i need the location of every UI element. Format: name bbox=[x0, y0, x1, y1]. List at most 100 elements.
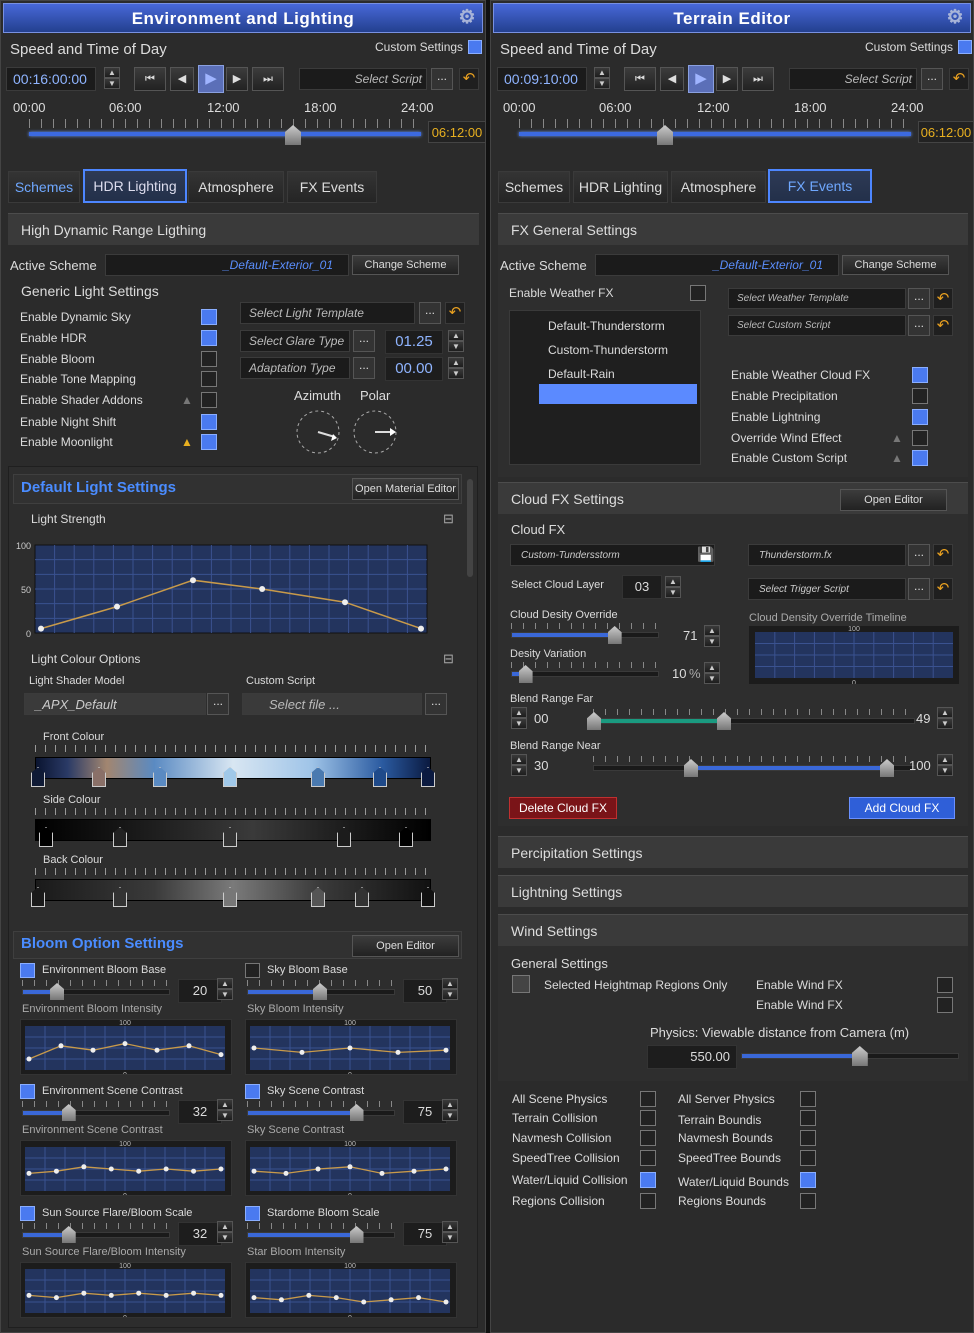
select-script-browse-button[interactable]: ... bbox=[921, 68, 943, 90]
physics-right-checkbox[interactable] bbox=[800, 1193, 816, 1209]
variation-slider-track[interactable] bbox=[511, 671, 659, 677]
tab-atmosphere[interactable]: Atmosphere bbox=[188, 171, 284, 203]
undo-icon[interactable]: ↶ bbox=[933, 288, 953, 309]
chart-point[interactable] bbox=[333, 1295, 339, 1301]
chevron-down-icon[interactable]: ▼ bbox=[442, 989, 458, 1000]
chart-point[interactable] bbox=[416, 1295, 422, 1301]
chart-point[interactable] bbox=[278, 1297, 284, 1303]
physics-left-checkbox[interactable] bbox=[640, 1150, 656, 1166]
tab-hdr-lighting[interactable]: HDR Lighting bbox=[83, 169, 187, 203]
chevron-up-icon[interactable]: ▲ bbox=[594, 67, 610, 78]
bloom-chart[interactable]: 100 0 bbox=[20, 1262, 232, 1318]
light-template-field[interactable]: Select Light Template bbox=[240, 302, 415, 324]
blend-near-high-spinner[interactable]: ▲ ▼ bbox=[937, 754, 953, 776]
chevron-down-icon[interactable]: ▼ bbox=[104, 78, 120, 89]
chart-point[interactable] bbox=[26, 1056, 32, 1062]
undo-icon[interactable]: ↶ bbox=[949, 68, 969, 90]
distance-slider-track[interactable] bbox=[741, 1053, 959, 1059]
variation-spinner[interactable]: ▲ ▼ bbox=[704, 662, 720, 684]
chart-point[interactable] bbox=[306, 1292, 312, 1298]
chart-point[interactable] bbox=[191, 1290, 197, 1296]
generic-setting-checkbox[interactable] bbox=[201, 351, 217, 367]
chart-point[interactable] bbox=[218, 1166, 224, 1172]
custom-script-browse-button[interactable]: ... bbox=[425, 693, 447, 715]
chart-point[interactable] bbox=[136, 1290, 142, 1296]
weather-template-browse-button[interactable]: ... bbox=[908, 288, 930, 309]
bloom-slider-track[interactable] bbox=[22, 989, 170, 995]
chevron-up-icon[interactable]: ▲ bbox=[442, 1221, 458, 1232]
chevron-down-icon[interactable]: ▼ bbox=[217, 1232, 233, 1243]
chart-point[interactable] bbox=[186, 1043, 192, 1049]
fx-setting-checkbox[interactable] bbox=[912, 450, 928, 466]
bloom-checkbox[interactable] bbox=[245, 1084, 260, 1099]
change-scheme-button[interactable]: Change Scheme bbox=[842, 255, 949, 275]
physics-right-checkbox[interactable] bbox=[800, 1130, 816, 1146]
cloud-layer-spinner[interactable]: ▲ ▼ bbox=[665, 576, 681, 598]
chevron-down-icon[interactable]: ▼ bbox=[665, 587, 681, 598]
lightning-header[interactable]: Lightning Settings bbox=[498, 875, 968, 907]
collapse-icon[interactable]: ⊟ bbox=[443, 511, 454, 527]
skip-back-button[interactable]: ⏮ bbox=[624, 67, 656, 91]
bloom-value-field[interactable]: 75 bbox=[403, 1100, 447, 1124]
bloom-chart[interactable]: 100 0 bbox=[245, 1140, 457, 1196]
chart-point[interactable] bbox=[218, 1292, 224, 1298]
blend-far-high-spinner[interactable]: ▲ ▼ bbox=[937, 707, 953, 729]
chart-point[interactable] bbox=[443, 1166, 449, 1172]
chart-point[interactable] bbox=[443, 1299, 449, 1305]
generic-setting-checkbox[interactable] bbox=[201, 414, 217, 430]
undo-icon[interactable]: ↶ bbox=[933, 544, 953, 566]
chevron-up-icon[interactable]: ▲ bbox=[104, 67, 120, 78]
custom-script-field[interactable]: Select file ... bbox=[242, 693, 422, 715]
density-timeline-chart[interactable]: 100 0 bbox=[749, 626, 959, 684]
physics-left-checkbox[interactable] bbox=[640, 1110, 656, 1126]
chart-point[interactable] bbox=[315, 1166, 321, 1172]
select-script-browse-button[interactable]: ... bbox=[431, 68, 453, 90]
bloom-checkbox[interactable] bbox=[20, 1084, 35, 1099]
collapse-icon[interactable]: ⊟ bbox=[443, 651, 454, 667]
timeline-track[interactable] bbox=[29, 132, 421, 136]
hdr-section-header[interactable]: High Dynamic Range Ligthing bbox=[8, 213, 479, 245]
blend-near-low-spinner[interactable]: ▲ ▼ bbox=[511, 754, 527, 776]
light-strength-point[interactable] bbox=[190, 577, 196, 584]
shader-model-field[interactable]: _APX_Default bbox=[24, 693, 206, 715]
chevron-down-icon[interactable]: ▼ bbox=[217, 1110, 233, 1121]
chevron-down-icon[interactable]: ▼ bbox=[937, 718, 953, 729]
bloom-chart[interactable]: 100 0 bbox=[245, 1262, 457, 1318]
tab-fx-events[interactable]: FX Events bbox=[768, 169, 872, 203]
active-scheme-field[interactable]: _Default-Exterior_01 bbox=[595, 254, 839, 276]
bloom-chart[interactable]: 100 0 bbox=[245, 1019, 457, 1075]
chart-point[interactable] bbox=[395, 1049, 401, 1055]
bloom-checkbox[interactable] bbox=[20, 963, 35, 978]
chevron-up-icon[interactable]: ▲ bbox=[448, 357, 464, 368]
chevron-down-icon[interactable]: ▼ bbox=[442, 1110, 458, 1121]
active-scheme-field[interactable]: _Default-Exterior_01 bbox=[105, 254, 349, 276]
chevron-up-icon[interactable]: ▲ bbox=[217, 1099, 233, 1110]
chart-point[interactable] bbox=[108, 1166, 114, 1172]
physics-right-checkbox[interactable] bbox=[800, 1091, 816, 1107]
timeline-track[interactable] bbox=[519, 132, 911, 136]
undo-icon[interactable]: ↶ bbox=[933, 315, 953, 336]
light-strength-point[interactable] bbox=[259, 586, 266, 592]
change-scheme-button[interactable]: Change Scheme bbox=[352, 255, 459, 275]
custom-script-field[interactable]: Select Custom Script bbox=[728, 315, 906, 336]
step-forward-button[interactable]: ▶ bbox=[716, 67, 738, 91]
chevron-up-icon[interactable]: ▲ bbox=[511, 707, 527, 718]
chevron-down-icon[interactable]: ▼ bbox=[448, 341, 464, 352]
chart-point[interactable] bbox=[163, 1292, 169, 1298]
adaptation-value-field[interactable]: 00.00 bbox=[385, 357, 443, 381]
physics-right-checkbox[interactable] bbox=[800, 1172, 816, 1188]
bloom-slider-track[interactable] bbox=[247, 1110, 395, 1116]
bloom-value-field[interactable]: 50 bbox=[403, 979, 447, 1003]
bloom-checkbox[interactable] bbox=[20, 1206, 35, 1221]
chart-point[interactable] bbox=[388, 1297, 394, 1303]
chevron-up-icon[interactable]: ▲ bbox=[448, 330, 464, 341]
chevron-up-icon[interactable]: ▲ bbox=[442, 978, 458, 989]
save-icon[interactable]: 💾 bbox=[697, 546, 714, 563]
enable-weather-fx-checkbox[interactable] bbox=[690, 285, 706, 301]
bloom-value-field[interactable]: 75 bbox=[403, 1222, 447, 1246]
chevron-up-icon[interactable]: ▲ bbox=[704, 662, 720, 673]
skip-back-button[interactable]: ⏮ bbox=[134, 67, 166, 91]
chevron-down-icon[interactable]: ▼ bbox=[937, 765, 953, 776]
light-strength-point[interactable] bbox=[38, 625, 44, 632]
select-script-field[interactable]: Select Script bbox=[299, 68, 427, 90]
